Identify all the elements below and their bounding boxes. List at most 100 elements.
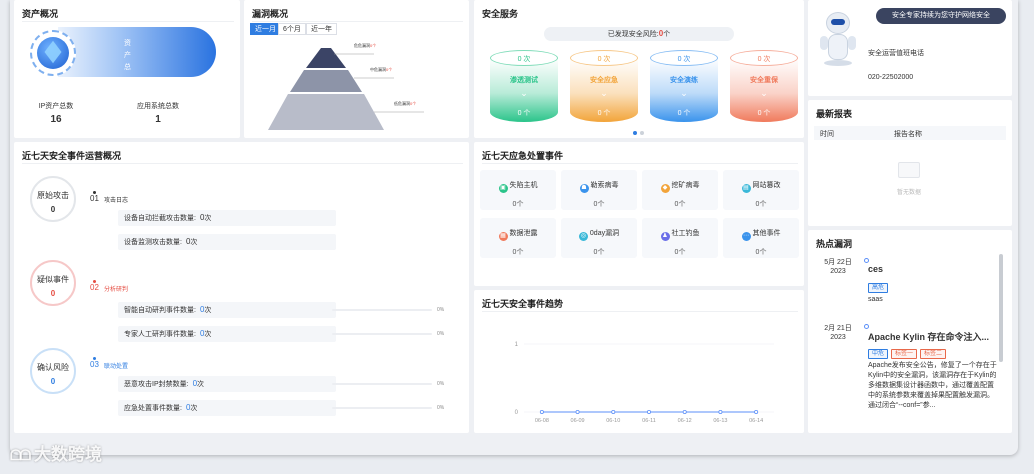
event-stat-percent: 0% [437, 331, 445, 337]
weekly-events-card: 近七天安全事件运营概况 原始攻击 0 01 攻击日志 疑似事件 0 02 分析研判 确认风险 0 0… [14, 142, 469, 433]
emergency-item[interactable]: ☗ 勒索病毒 0个 [561, 170, 637, 210]
asset-banner [58, 27, 216, 77]
hot-vulns-title: 热点漏洞 [816, 239, 853, 249]
trend-card: 近七天安全事件趋势 0 1 06-08 06-09 06-10 06-11 06-12 06-… [474, 290, 804, 433]
pyramid-medium [290, 70, 362, 92]
tab-one-month[interactable]: 近一月 [250, 23, 281, 35]
event-stat-row: 设备监测攻击数量: 0次 [118, 234, 336, 250]
stage-circle-value: 0 [50, 289, 56, 298]
asset-banner-text: 资产总数 [124, 40, 131, 71]
event-stat-unit: 次 [197, 381, 205, 388]
emergency-item-name: 社工钓鱼 [671, 230, 700, 237]
hotline-label: 安全运营值班电话 [868, 50, 924, 57]
service-risk-count: 0 个 [757, 110, 771, 117]
data-point[interactable] [539, 410, 544, 415]
emergency-type-icon: ☗ [579, 184, 589, 193]
data-point[interactable] [682, 410, 687, 415]
event-stat-percent: 0% [437, 381, 445, 387]
event-stat-label: 智能自动研判事件数量: [124, 307, 196, 314]
hot-vuln-year: 2023 [830, 268, 846, 275]
event-stat-progress [332, 383, 432, 385]
service-count: 0 次 [677, 56, 691, 63]
emergency-item-name: 数据泄露 [509, 230, 538, 237]
expert-bubble: 安全专家持续为您守护网络安全 [876, 8, 1006, 24]
emergency-item[interactable]: ⋯ 其他事件 0个 [723, 218, 799, 258]
asset-globe-icon [30, 30, 76, 76]
emergency-item[interactable]: ▤ 网站篡改 0个 [723, 170, 799, 210]
emergency-item-value: 0个 [674, 249, 686, 256]
data-point[interactable] [754, 410, 759, 415]
x-tick-label: 06-10 [606, 418, 620, 424]
chevron-down-icon: ⌄ [520, 88, 528, 98]
emergency-item[interactable]: ▣ 失陷主机 0个 [480, 170, 556, 210]
event-stat-percent: 0% [437, 307, 445, 313]
emergency-item[interactable]: ◆ 挖矿病毒 0个 [642, 170, 718, 210]
empty-box-icon [898, 162, 920, 178]
hot-vuln-title[interactable]: ces [868, 264, 994, 274]
data-point[interactable] [646, 410, 651, 415]
emergency-item-value: 0个 [593, 249, 605, 256]
emergency-type-icon: ▤ [741, 184, 751, 193]
emergency-card: 近七天应急处置事件 ▣ 失陷主机 0个 ☗ 勒索病毒 0个 ◆ 挖矿病毒 0个 ▤ 网站篡改 0个 ▦ 数… [474, 142, 804, 286]
event-stat-label: 设备自动拦截攻击数量: [124, 215, 196, 222]
high-vuln-label: 危危漏洞0个 [354, 43, 377, 48]
reports-table-header: 时间 报告名称 [814, 126, 1006, 140]
event-stat-row: 智能自动研判事件数量: 0次 [118, 302, 336, 318]
emergency-item-value: 0个 [755, 201, 767, 208]
service-cylinder[interactable]: 0 次安全演练 ⌄ 0 个 [650, 50, 718, 130]
emergency-item-name: 勒索病毒 [590, 182, 619, 189]
tab-six-months[interactable]: 6个月 [278, 23, 306, 35]
event-stat-label: 设备监测攻击数量: [124, 239, 182, 246]
emergency-type-icon: ◎ [578, 232, 588, 241]
stage-circle-value: 0 [50, 377, 56, 386]
carousel-dot[interactable] [640, 131, 644, 135]
reports-card: 最新报表 时间 报告名称 暂无数据 [808, 100, 1012, 226]
security-service-card: 安全服务 已发现安全风险:0个 0 次渗透测试 ⌄ 0 个0 次安全应急 ⌄ 0 个0 … [474, 0, 804, 138]
hot-vuln-tags: 中危 标签一 标签二 [868, 349, 994, 359]
hot-vulns-scrollbar[interactable] [999, 254, 1003, 362]
emergency-type-icon: ▣ [498, 184, 508, 193]
data-point[interactable] [575, 410, 580, 415]
x-tick-label: 06-12 [678, 418, 692, 424]
hot-vuln-tag: 高危 [868, 283, 889, 293]
reports-empty-text: 暂无数据 [896, 190, 921, 196]
pyramid-low [268, 94, 384, 130]
hot-vuln-tags: 高危 [868, 283, 994, 293]
stage-circle: 确认风险 0 [30, 348, 76, 394]
hot-vuln-date: 2月 21日 [824, 325, 852, 332]
timeline-dot [864, 324, 869, 329]
service-cylinder[interactable]: 0 次安全重保 ⌄ 0 个 [730, 50, 798, 130]
service-count: 0 次 [517, 56, 531, 63]
service-name: 安全重保 [750, 77, 778, 84]
service-cylinder[interactable]: 0 次安全应急 ⌄ 0 个 [570, 50, 638, 130]
emergency-item[interactable]: ◎ 0day漏洞 0个 [561, 218, 637, 258]
event-stat-progress [332, 333, 432, 335]
carousel-dot-active[interactable] [633, 131, 637, 135]
reports-title: 最新报表 [816, 109, 853, 119]
service-name: 安全演练 [670, 77, 698, 84]
service-count: 0 次 [757, 56, 771, 63]
service-cylinder[interactable]: 0 次渗透测试 ⌄ 0 个 [490, 50, 558, 130]
stage-number: 02 [90, 283, 99, 292]
data-point[interactable] [718, 410, 723, 415]
event-stat-unit: 次 [204, 331, 212, 338]
data-point[interactable] [611, 410, 616, 415]
tab-one-year[interactable]: 近一年 [306, 23, 337, 35]
emergency-item[interactable]: ▦ 数据泄露 0个 [480, 218, 556, 258]
trend-title: 近七天安全事件趋势 [482, 299, 564, 309]
hot-vuln-title[interactable]: Apache Kylin 存在命令注入... [868, 330, 994, 343]
risk-summary: 已发现安全风险:0个 [544, 27, 734, 41]
emergency-item-value: 0个 [593, 201, 605, 208]
event-stat-progress [332, 407, 432, 409]
emergency-item[interactable]: ♟ 社工钓鱼 0个 [642, 218, 718, 258]
chevron-down-icon: ⌄ [760, 88, 768, 98]
emergency-item-name: 挖矿病毒 [671, 182, 700, 189]
app-system-value: 1 [155, 114, 161, 125]
emergency-title: 近七天应急处置事件 [482, 151, 564, 161]
hot-vuln-desc: saas [868, 296, 883, 303]
emergency-item-value: 0个 [512, 249, 524, 256]
x-tick-label: 06-13 [713, 418, 727, 424]
app-system-label: 应用系统总数 [137, 103, 179, 110]
ip-asset-label: IP资产总数 [38, 103, 74, 110]
medium-vuln-label: 中危漏洞0个 [370, 67, 393, 72]
